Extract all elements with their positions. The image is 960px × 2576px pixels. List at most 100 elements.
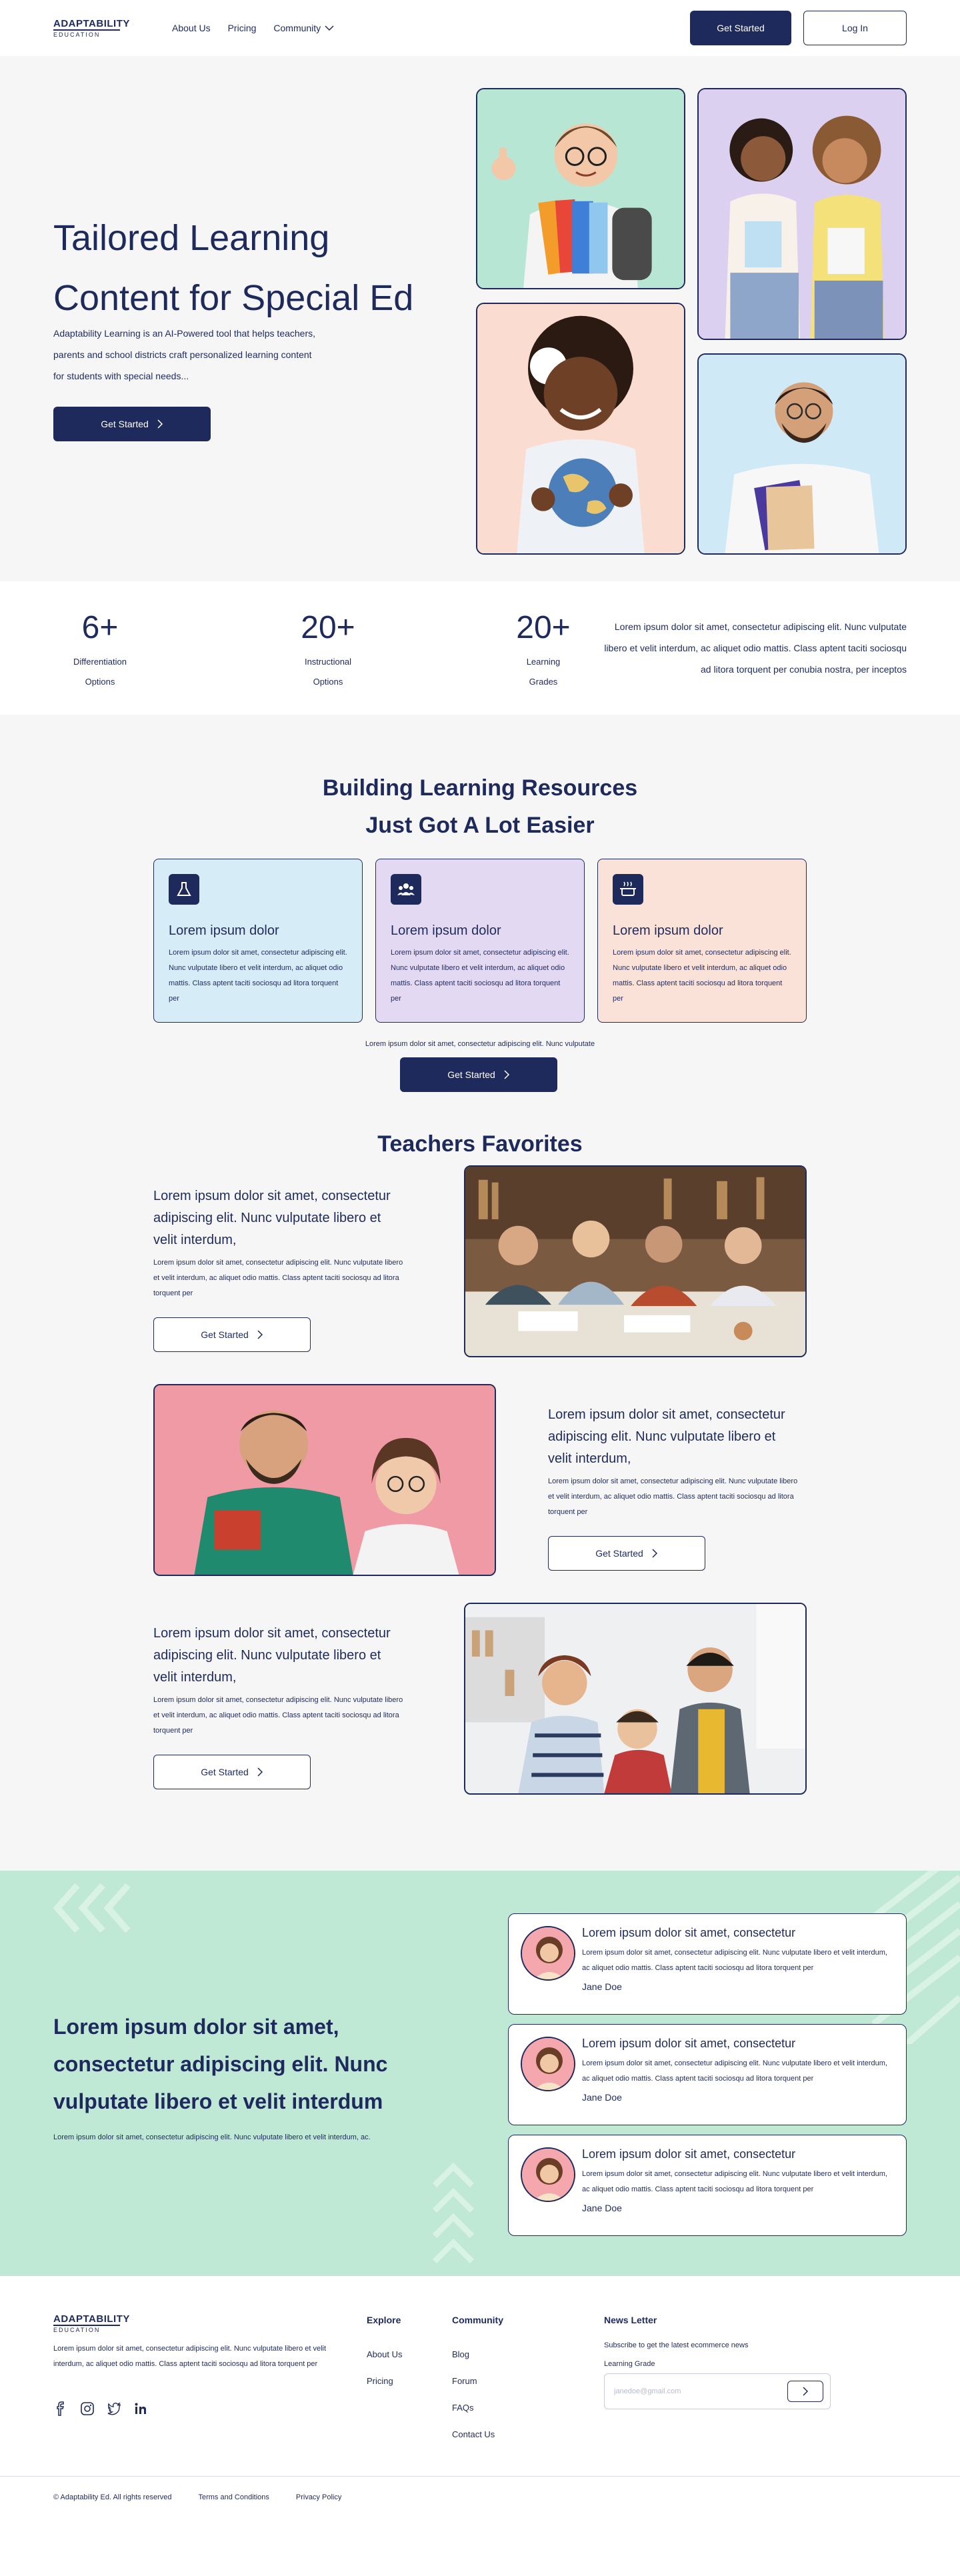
terms-link[interactable]: Terms and Conditions — [198, 2493, 269, 2501]
footer-link-blog[interactable]: Blog — [452, 2341, 503, 2368]
facebook-icon[interactable] — [53, 2401, 68, 2416]
cooking-pot-icon — [613, 874, 643, 905]
favorite-get-started-button[interactable]: Get Started — [548, 1536, 705, 1571]
favorite-photo-students-library — [464, 1165, 807, 1357]
testimonials-heading: Lorem ipsum dolor sit amet, consectetur … — [53, 2015, 388, 2113]
favorite-button-label: Get Started — [201, 1767, 249, 1777]
favorite-photo-teachers-pink — [153, 1384, 496, 1576]
chevron-right-icon — [157, 419, 163, 429]
favorite-button-label: Get Started — [595, 1548, 643, 1559]
social-links — [53, 2401, 148, 2416]
resource-card-2[interactable]: Lorem ipsum dolor Lorem ipsum dolor sit … — [375, 859, 585, 1023]
stat-label-line-2: Grades — [529, 677, 558, 687]
stat-label-line-2: Options — [85, 677, 115, 687]
nav-about-link[interactable]: About Us — [172, 23, 211, 33]
stat-label-line-2: Options — [313, 677, 343, 687]
stat-label: Differentiation Options — [47, 652, 153, 692]
footer-description: Lorem ipsum dolor sit amet, consectetur … — [53, 2345, 327, 2368]
top-navbar: ADAPTABILITY EDUCATION About Us Pricing … — [0, 0, 960, 56]
card-text: Lorem ipsum dolor sit amet, consectetur … — [391, 949, 569, 1003]
favorite-button-label: Get Started — [201, 1329, 249, 1340]
favorites-title: Teachers Favorites — [377, 1131, 583, 1157]
privacy-link[interactable]: Privacy Policy — [296, 2493, 341, 2501]
favorite-heading: Lorem ipsum dolor sit amet, consectetur … — [153, 1626, 391, 1685]
footer-link-about[interactable]: About Us — [367, 2341, 402, 2368]
footer-divider — [0, 2476, 960, 2477]
newsletter-email-input[interactable] — [614, 2387, 787, 2395]
footer-logo[interactable]: ADAPTABILITY EDUCATION — [53, 2313, 133, 2333]
testimonial-card-1: Lorem ipsum dolor sit amet, consectetur … — [508, 1913, 907, 2015]
stat-label-line-1: Learning — [526, 657, 561, 667]
card-title: Lorem ipsum dolor — [613, 923, 723, 938]
resources-title: Building Learning Resources Just Got A L… — [0, 769, 960, 844]
card-title: Lorem ipsum dolor — [169, 923, 279, 938]
hero-photo-boy-with-books — [476, 88, 685, 289]
logo-subtitle: EDUCATION — [53, 2325, 120, 2333]
copyright-text: © Adaptability Ed. All rights reserved — [53, 2493, 172, 2501]
chevron-right-icon — [803, 2387, 809, 2396]
card-title: Lorem ipsum dolor — [391, 923, 501, 938]
logo-wordmark: ADAPTABILITY — [53, 2313, 130, 2325]
footer-link-faqs[interactable]: FAQs — [452, 2395, 503, 2421]
stat-label: Learning Grades — [490, 652, 597, 692]
instagram-icon[interactable] — [80, 2401, 95, 2416]
resource-card-1[interactable]: Lorem ipsum dolor Lorem ipsum dolor sit … — [153, 859, 363, 1023]
footer-link-contact[interactable]: Contact Us — [452, 2421, 503, 2448]
testimonial-card-3: Lorem ipsum dolor sit amet, consectetur … — [508, 2135, 907, 2236]
stat-label-line-1: Instructional — [304, 657, 352, 667]
resources-title-line-2: Just Got A Lot Easier — [365, 813, 595, 838]
chevron-right-icon — [652, 1549, 657, 1558]
twitter-icon[interactable] — [107, 2401, 121, 2416]
footer-bottom-bar: © Adaptability Ed. All rights reserved T… — [53, 2493, 341, 2501]
chevrons-left-decoration-icon — [53, 1883, 131, 1933]
testimonial-card-2: Lorem ipsum dolor sit amet, consectetur … — [508, 2024, 907, 2125]
logo[interactable]: ADAPTABILITY EDUCATION — [53, 18, 133, 38]
favorite-text: Lorem ipsum dolor sit amet, consectetur … — [153, 1259, 403, 1297]
newsletter-form — [604, 2373, 831, 2409]
resources-get-started-button[interactable]: Get Started — [400, 1057, 557, 1092]
favorite-photo-students-studying — [464, 1603, 807, 1795]
stat-learning-grades: 20+ Learning Grades — [490, 608, 597, 692]
card-text: Lorem ipsum dolor sit amet, consectetur … — [169, 949, 347, 1003]
teachers-favorites-section: Teachers Favorites Lorem ipsum dolor sit… — [0, 1120, 960, 1871]
nav-get-started-button[interactable]: Get Started — [690, 11, 791, 45]
favorite-heading: Lorem ipsum dolor sit amet, consectetur … — [548, 1407, 785, 1466]
hero-get-started-button[interactable]: Get Started — [53, 407, 211, 441]
testimonials-section: Lorem ipsum dolor sit amet, consectetur … — [0, 1871, 960, 2276]
testimonial-author: Jane Doe — [582, 2092, 622, 2103]
people-icon — [391, 874, 421, 905]
chevrons-up-decoration-icon — [432, 2162, 475, 2264]
stats-description: Lorem ipsum dolor sit amet, consectetur … — [604, 621, 907, 675]
stat-instructional: 20+ Instructional Options — [275, 608, 381, 692]
footer-community-heading: Community — [452, 2315, 503, 2325]
nav-pricing-link[interactable]: Pricing — [228, 23, 257, 33]
footer-link-pricing[interactable]: Pricing — [367, 2368, 402, 2395]
hero-photo-girl-with-globe — [476, 303, 685, 555]
footer-newsletter: News Letter Subscribe to get the latest … — [604, 2315, 831, 2409]
hero-title-line-1: Tailored Learning — [53, 218, 330, 258]
avatar — [521, 1926, 575, 1981]
resources-caption: Lorem ipsum dolor sit amet, consectetur … — [365, 1040, 595, 1048]
favorite-get-started-button[interactable]: Get Started — [153, 1317, 311, 1352]
card-text: Lorem ipsum dolor sit amet, consectetur … — [613, 949, 791, 1003]
testimonial-author: Jane Doe — [582, 2203, 622, 2213]
favorite-item-3: Lorem ipsum dolor sit amet, consectetur … — [153, 1623, 407, 1789]
testimonial-text: Lorem ipsum dolor sit amet, consectetur … — [582, 1949, 887, 1972]
chevron-right-icon — [257, 1330, 263, 1339]
linkedin-icon[interactable] — [133, 2401, 148, 2416]
stat-number: 20+ — [301, 610, 355, 645]
nav-login-button[interactable]: Log In — [803, 11, 907, 45]
avatar — [521, 2037, 575, 2091]
testimonial-title: Lorem ipsum dolor sit amet, consectetur — [582, 1926, 796, 1939]
resource-card-3[interactable]: Lorem ipsum dolor Lorem ipsum dolor sit … — [597, 859, 807, 1023]
newsletter-submit-button[interactable] — [787, 2381, 823, 2402]
hero-section: Tailored Learning Content for Special Ed… — [0, 56, 960, 581]
nav-community-dropdown[interactable]: Community — [273, 23, 334, 33]
resources-section: Building Learning Resources Just Got A L… — [0, 715, 960, 1120]
testimonial-text: Lorem ipsum dolor sit amet, consectetur … — [582, 2059, 887, 2083]
favorite-get-started-button[interactable]: Get Started — [153, 1755, 311, 1789]
avatar — [521, 2147, 575, 2202]
newsletter-subtitle: Subscribe to get the latest ecommerce ne… — [604, 2341, 749, 2349]
footer-link-forum[interactable]: Forum — [452, 2368, 503, 2395]
stats-section: 6+ Differentiation Options 20+ Instructi… — [0, 581, 960, 715]
